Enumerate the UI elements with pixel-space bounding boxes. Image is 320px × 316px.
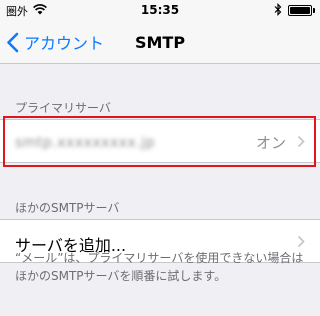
navigation-bar: アカウント SMTP bbox=[0, 20, 320, 64]
primary-server-header: プライマリサーバ bbox=[15, 101, 111, 115]
footer-note: “メール”は、プライマリサーバを使用できない場合はほかのSMTPサーバを順番に試… bbox=[15, 251, 304, 283]
battery-tip bbox=[313, 8, 315, 13]
page-title: SMTP bbox=[134, 33, 186, 52]
highlight-frame bbox=[3, 116, 316, 167]
chevron-right-icon bbox=[297, 235, 305, 248]
other-servers-header: ほかのSMTPサーバ bbox=[15, 201, 120, 215]
bluetooth-icon bbox=[274, 3, 282, 16]
battery-icon bbox=[288, 5, 312, 16]
status-time: 15:35 bbox=[140, 3, 180, 17]
status-bar: 圏外 15:35 bbox=[0, 0, 320, 20]
